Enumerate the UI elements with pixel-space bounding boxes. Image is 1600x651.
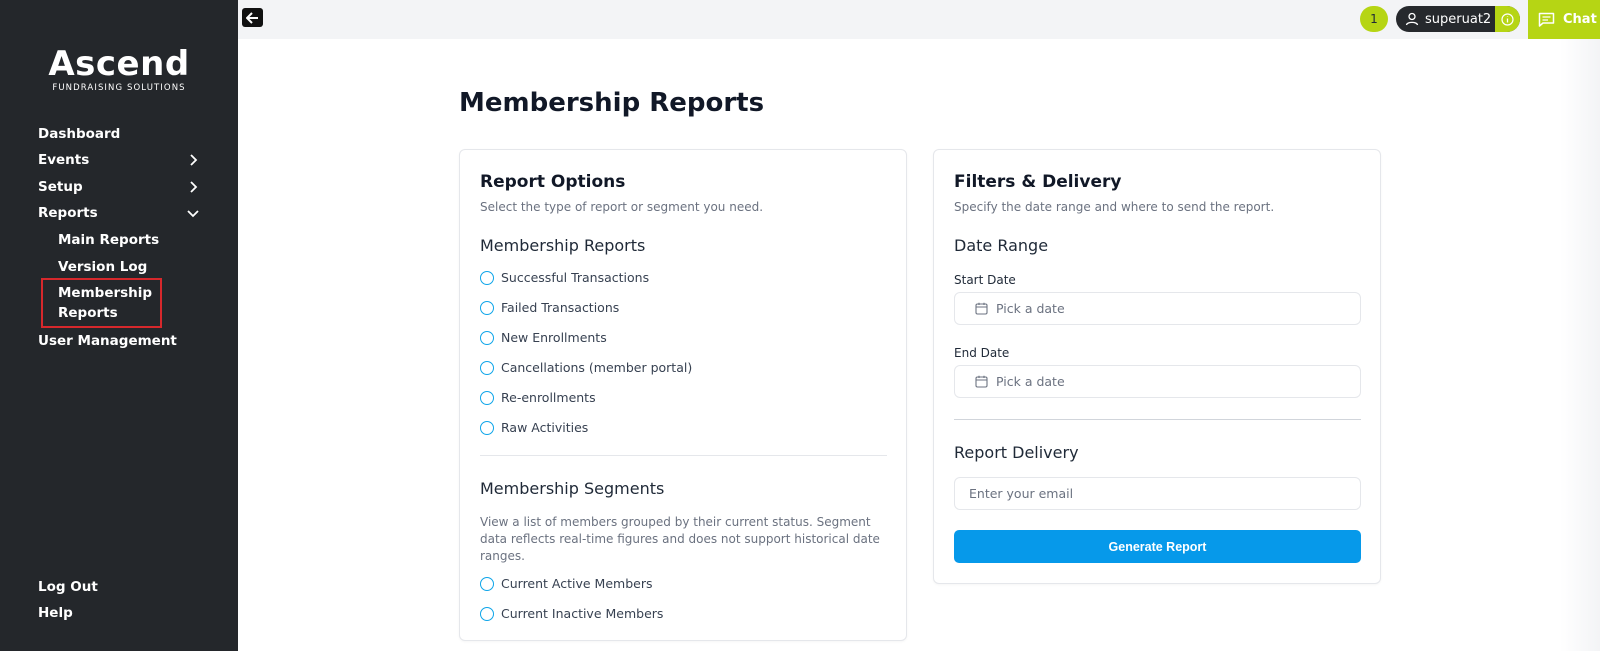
radio-current-active-members[interactable]: Current Active Members <box>480 576 653 591</box>
sidebar-item-logout[interactable]: Log Out <box>38 575 200 599</box>
info-icon[interactable] <box>1495 6 1520 32</box>
sidebar-item-events[interactable]: Events <box>38 148 200 172</box>
calendar-icon <box>975 375 988 388</box>
radio-circle-icon <box>480 576 494 591</box>
chevron-down-icon <box>187 210 199 218</box>
user-menu[interactable]: superuat2 <box>1396 6 1520 32</box>
generate-report-button[interactable]: Generate Report <box>954 530 1361 563</box>
chat-label: Chat <box>1563 12 1597 27</box>
date-range-heading: Date Range <box>954 236 1049 255</box>
sidebar: Ascend FUNDRAISING SOLUTIONS Dashboard E… <box>0 0 238 651</box>
brand-logo[interactable]: Ascend FUNDRAISING SOLUTIONS <box>44 46 194 93</box>
scroll-edge-fade <box>1560 39 1600 651</box>
start-date-placeholder: Pick a date <box>996 301 1065 316</box>
username: superuat2 <box>1425 11 1492 27</box>
radio-circle-icon <box>480 360 494 375</box>
radio-cancellations[interactable]: Cancellations (member portal) <box>480 360 692 375</box>
sidebar-item-dashboard[interactable]: Dashboard <box>38 122 200 146</box>
sidebar-item-label: User Management <box>38 333 177 349</box>
start-date-label: Start Date <box>954 273 1016 287</box>
card-description: Specify the date range and where to send… <box>954 200 1275 214</box>
radio-current-inactive-members[interactable]: Current Inactive Members <box>480 606 663 621</box>
page-title: Membership Reports <box>459 88 765 118</box>
chat-icon <box>1538 12 1555 27</box>
report-options-card: Report Options Select the type of report… <box>459 149 907 641</box>
sidebar-item-help[interactable]: Help <box>38 601 200 625</box>
notification-badge[interactable]: 1 <box>1360 6 1388 32</box>
end-date-picker[interactable]: Pick a date <box>954 365 1361 398</box>
card-description: Select the type of report or segment you… <box>480 200 764 214</box>
radio-label: Raw Activities <box>501 420 589 435</box>
selection-highlight <box>41 278 162 328</box>
user-icon <box>1405 12 1419 26</box>
radio-label: Re-enrollments <box>501 390 596 405</box>
chevron-right-icon <box>190 181 198 193</box>
radio-circle-icon <box>480 420 494 435</box>
segments-description: View a list of members grouped by their … <box>480 515 880 563</box>
radio-circle-icon <box>480 270 494 285</box>
brand-name: Ascend <box>48 44 190 84</box>
radio-new-enrollments[interactable]: New Enrollments <box>480 330 607 345</box>
membership-reports-heading: Membership Reports <box>480 236 646 255</box>
radio-successful-transactions[interactable]: Successful Transactions <box>480 270 649 285</box>
section-divider <box>954 419 1361 420</box>
radio-label: Current Inactive Members <box>501 606 664 621</box>
radio-label: Cancellations (member portal) <box>501 360 693 375</box>
end-date-placeholder: Pick a date <box>996 374 1065 389</box>
sidebar-item-label: Log Out <box>38 579 98 595</box>
card-title: Filters & Delivery <box>954 172 1122 192</box>
membership-segments-heading: Membership Segments <box>480 479 665 498</box>
filters-delivery-card: Filters & Delivery Specify the date rang… <box>933 149 1381 584</box>
radio-label: Current Active Members <box>501 576 653 591</box>
sidebar-item-reports[interactable]: Reports <box>38 201 200 225</box>
radio-circle-icon <box>480 300 494 315</box>
sidebar-item-label: Help <box>38 605 73 621</box>
report-delivery-heading: Report Delivery <box>954 443 1079 462</box>
calendar-icon <box>975 302 988 315</box>
sidebar-item-label: Reports <box>38 205 98 221</box>
sidebar-subitem-version-log[interactable]: Version Log <box>58 257 147 277</box>
email-input[interactable] <box>954 477 1361 510</box>
sidebar-item-label: Setup <box>38 179 83 195</box>
sidebar-item-label: Dashboard <box>38 126 121 142</box>
end-date-label: End Date <box>954 346 1010 360</box>
radio-failed-transactions[interactable]: Failed Transactions <box>480 300 619 315</box>
brand-tagline: FUNDRAISING SOLUTIONS <box>52 83 186 93</box>
radio-circle-icon <box>480 330 494 345</box>
radio-circle-icon <box>480 606 494 621</box>
radio-label: Successful Transactions <box>501 270 650 285</box>
chevron-right-icon <box>190 154 198 166</box>
start-date-picker[interactable]: Pick a date <box>954 292 1361 325</box>
radio-label: Failed Transactions <box>501 300 620 315</box>
card-title: Report Options <box>480 172 626 192</box>
collapse-sidebar-button[interactable] <box>242 8 263 27</box>
radio-raw-activities[interactable]: Raw Activities <box>480 420 588 435</box>
radio-label: New Enrollments <box>501 330 607 345</box>
sidebar-subitem-main-reports[interactable]: Main Reports <box>58 230 159 250</box>
sidebar-item-user-management[interactable]: User Management <box>38 329 200 353</box>
radio-re-enrollments[interactable]: Re-enrollments <box>480 390 596 405</box>
section-divider <box>480 455 887 456</box>
sidebar-item-setup[interactable]: Setup <box>38 175 200 199</box>
chat-button[interactable]: Chat <box>1528 0 1600 39</box>
radio-circle-icon <box>480 390 494 405</box>
arrow-left-icon <box>245 11 258 24</box>
sidebar-item-label: Events <box>38 152 90 168</box>
